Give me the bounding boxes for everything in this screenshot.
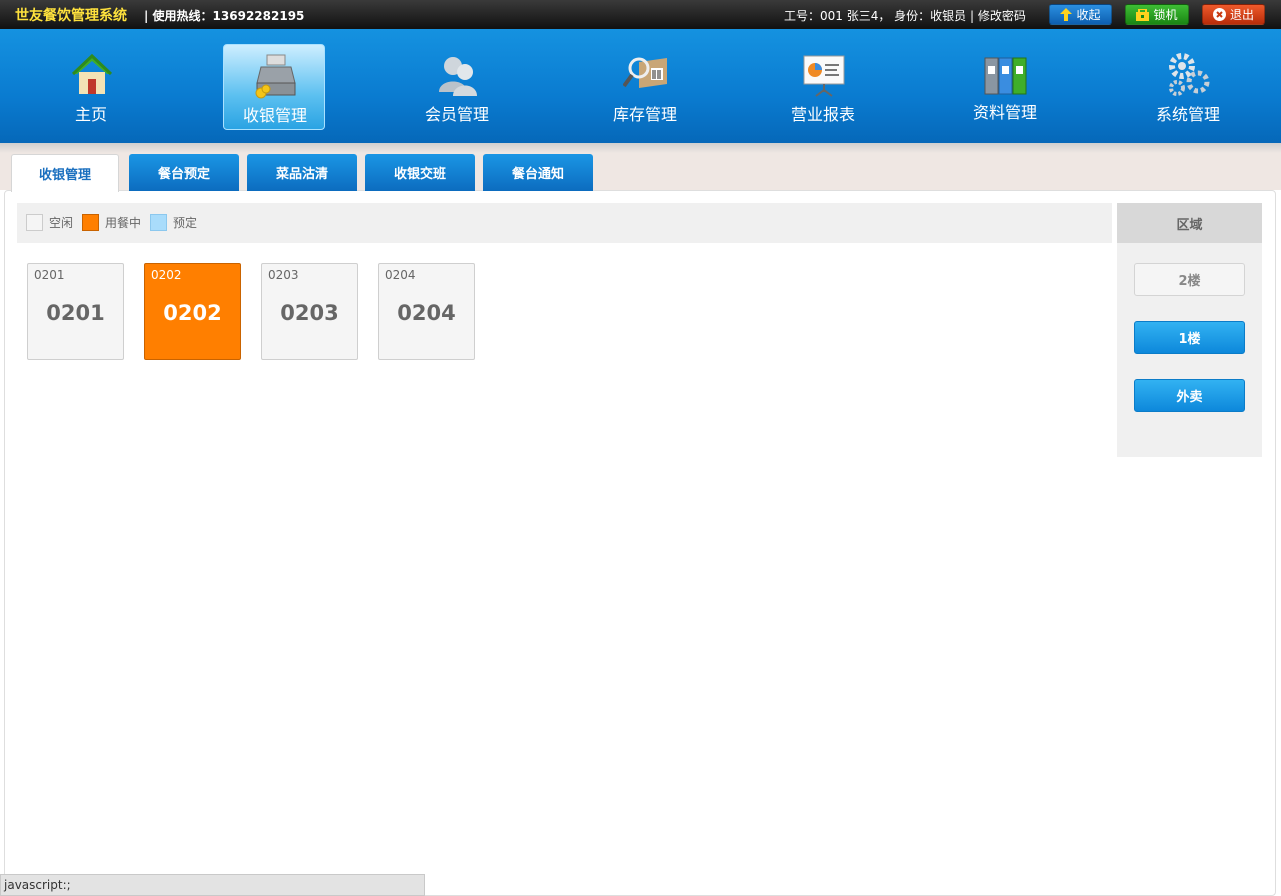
nav-label: 资料管理 xyxy=(972,103,1037,122)
nav-label: 主页 xyxy=(74,105,107,124)
nav-item-reports[interactable]: 营业报表 xyxy=(772,44,874,130)
table-code: 0202 xyxy=(151,268,182,282)
area-button-takeout[interactable]: 外卖 xyxy=(1134,379,1245,412)
gears-icon xyxy=(1169,53,1210,96)
cash-register-icon xyxy=(255,54,296,99)
legend-reserved: 预定 xyxy=(150,214,197,231)
inventory-icon xyxy=(623,57,667,88)
system-name: 世友餐饮管理系统 xyxy=(15,8,127,24)
nav-item-cashier[interactable]: 收银管理 xyxy=(223,44,325,130)
table-card[interactable]: 0201 0201 xyxy=(27,263,124,360)
nav-label: 营业报表 xyxy=(790,105,855,124)
legend-swatch xyxy=(26,214,43,231)
status-legend: 空闲 用餐中 预定 xyxy=(17,203,1112,243)
nav-item-members[interactable]: 会员管理 xyxy=(406,44,508,130)
legend-swatch xyxy=(150,214,167,231)
binders-icon xyxy=(984,57,1027,95)
collapse-button[interactable]: 收起 xyxy=(1049,4,1112,25)
legend-free: 空闲 xyxy=(26,214,73,231)
top-bar: 世友餐饮管理系统 | 使用热线：13692282195 工号：001 张三4， … xyxy=(0,0,1281,29)
legend-swatch xyxy=(82,214,99,231)
table-name: 0202 xyxy=(163,301,222,325)
nav-label: 收银管理 xyxy=(242,106,307,125)
nav-item-data[interactable]: 资料管理 xyxy=(954,44,1056,130)
nav-label: 库存管理 xyxy=(612,105,677,124)
table-code: 0204 xyxy=(385,268,416,282)
area-panel: 区域 2楼 1楼 外卖 xyxy=(1117,203,1262,457)
area-button-2f[interactable]: 2楼 xyxy=(1134,263,1245,296)
nav-item-home[interactable]: 主页 xyxy=(40,44,142,130)
main-nav: 主页 收银管理 会员管理 库存管理 营业报表 资料管理 系统管理 xyxy=(0,29,1281,143)
exit-label: 退出 xyxy=(1229,8,1254,22)
tab-shift-handover[interactable]: 收银交班 xyxy=(365,154,475,191)
table-name: 0204 xyxy=(397,301,456,325)
table-name: 0201 xyxy=(46,301,105,325)
table-card[interactable]: 0203 0203 xyxy=(261,263,358,360)
table-code: 0203 xyxy=(268,268,299,282)
members-icon xyxy=(439,57,477,96)
lock-button[interactable]: 锁机 xyxy=(1125,4,1189,25)
lock-label: 锁机 xyxy=(1153,8,1178,22)
hotline: | 使用热线：13692282195 xyxy=(144,9,305,23)
nav-item-inventory[interactable]: 库存管理 xyxy=(594,44,696,130)
nav-item-system[interactable]: 系统管理 xyxy=(1137,44,1239,130)
tab-table-notice[interactable]: 餐台通知 xyxy=(483,154,593,191)
user-info[interactable]: 工号：001 张三4， 身份：收银员 | 修改密码 xyxy=(784,7,1026,24)
status-bar: javascript:; xyxy=(0,874,425,896)
up-arrow-icon xyxy=(1060,8,1073,21)
legend-busy: 用餐中 xyxy=(82,214,141,231)
home-icon xyxy=(71,53,113,94)
table-name: 0203 xyxy=(280,301,339,325)
area-title: 区域 xyxy=(1117,203,1262,243)
legend-label: 用餐中 xyxy=(105,216,142,230)
legend-label: 预定 xyxy=(173,216,198,230)
tab-sold-out[interactable]: 菜品沽清 xyxy=(247,154,357,191)
nav-label: 系统管理 xyxy=(1155,105,1220,124)
area-button-1f[interactable]: 1楼 xyxy=(1134,321,1245,354)
nav-label: 会员管理 xyxy=(424,105,489,124)
tab-table-reservation[interactable]: 餐台预定 xyxy=(129,154,239,191)
collapse-label: 收起 xyxy=(1076,8,1101,22)
table-code: 0201 xyxy=(34,268,65,282)
table-card[interactable]: 0204 0204 xyxy=(378,263,475,360)
lock-icon xyxy=(1136,8,1150,21)
tab-cashier[interactable]: 收银管理 xyxy=(11,154,119,192)
exit-button[interactable]: 退出 xyxy=(1202,4,1265,25)
table-card[interactable]: 0202 0202 xyxy=(144,263,241,360)
report-icon xyxy=(803,55,845,97)
close-icon xyxy=(1212,8,1226,21)
legend-label: 空闲 xyxy=(49,216,74,230)
